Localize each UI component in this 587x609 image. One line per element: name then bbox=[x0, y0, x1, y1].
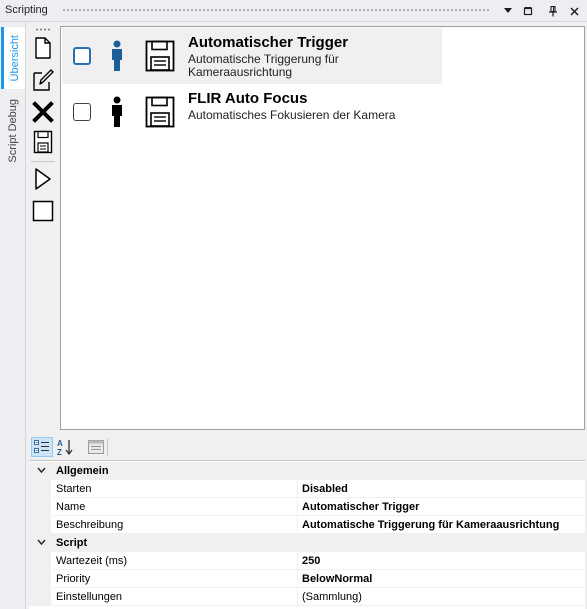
script-enabled-checkbox[interactable] bbox=[73, 103, 91, 121]
column-divider bbox=[297, 480, 298, 498]
dropdown-icon bbox=[504, 8, 512, 13]
category-label: Script bbox=[56, 537, 88, 549]
alphabetical-icon: AZ bbox=[57, 439, 73, 456]
property-grid-toolbar: AZ bbox=[29, 434, 585, 460]
play-icon bbox=[35, 168, 51, 190]
property-row[interactable]: Beschreibung Automatische Triggerung für… bbox=[29, 516, 585, 534]
property-value[interactable]: (Sammlung) bbox=[302, 591, 362, 603]
categorized-icon bbox=[34, 440, 49, 453]
property-name: Priority bbox=[56, 573, 91, 585]
categorized-button[interactable] bbox=[31, 437, 53, 457]
save-icon bbox=[33, 130, 53, 154]
script-description: Automatisches Fokusieren der Kamera bbox=[188, 108, 396, 122]
svg-text:A: A bbox=[57, 439, 63, 448]
column-divider bbox=[297, 588, 298, 606]
property-pages-button[interactable] bbox=[85, 437, 107, 457]
save-icon bbox=[145, 96, 175, 128]
drag-grip[interactable] bbox=[62, 8, 490, 13]
collapse-arrow-icon[interactable] bbox=[37, 538, 46, 547]
stop-script-button[interactable] bbox=[31, 198, 55, 224]
property-row[interactable]: Einstellungen (Sammlung) bbox=[29, 588, 585, 606]
script-list-item[interactable]: FLIR Auto Focus Automatisches Fokusieren… bbox=[62, 84, 442, 140]
script-description: Automatische Triggerung für Kameraausric… bbox=[188, 52, 339, 79]
tab-uebersicht[interactable]: Übersicht bbox=[1, 27, 25, 89]
tab-label: Script Debug bbox=[7, 99, 19, 163]
panel-title: Scripting bbox=[5, 4, 48, 16]
dropdown-button[interactable] bbox=[500, 3, 516, 19]
script-title: Automatischer Trigger bbox=[188, 34, 349, 51]
toolbar-separator bbox=[31, 161, 55, 162]
pin-button[interactable] bbox=[545, 3, 561, 19]
person-icon bbox=[112, 96, 122, 127]
column-divider bbox=[297, 498, 298, 516]
property-row[interactable]: Priority BelowNormal bbox=[29, 570, 585, 588]
column-divider bbox=[297, 516, 298, 534]
stop-icon bbox=[32, 200, 54, 222]
restore-button[interactable] bbox=[520, 3, 536, 19]
row-gutter bbox=[29, 570, 51, 588]
collapse-arrow-icon[interactable] bbox=[37, 466, 46, 475]
row-gutter bbox=[29, 480, 51, 498]
property-row[interactable]: Wartezeit (ms) 250 bbox=[29, 552, 585, 570]
edit-script-button[interactable] bbox=[31, 67, 55, 93]
edit-icon bbox=[33, 69, 54, 91]
property-name: Starten bbox=[56, 483, 92, 495]
delete-script-button[interactable] bbox=[31, 99, 55, 125]
property-value[interactable]: Automatische Triggerung für Kameraausric… bbox=[302, 519, 559, 531]
property-pages-icon bbox=[88, 440, 104, 454]
property-name: Einstellungen bbox=[56, 591, 123, 603]
svg-text:Z: Z bbox=[57, 448, 62, 456]
property-value[interactable]: BelowNormal bbox=[302, 573, 372, 585]
row-gutter bbox=[29, 588, 51, 606]
toolbar-separator bbox=[107, 438, 108, 456]
script-list-item[interactable]: Automatischer Trigger Automatische Trigg… bbox=[62, 28, 442, 84]
alphabetical-button[interactable]: AZ bbox=[55, 437, 77, 457]
row-gutter bbox=[29, 516, 51, 534]
script-toolbar bbox=[27, 23, 59, 433]
vertical-tab-strip: Übersicht Script Debug bbox=[0, 23, 26, 609]
property-name: Name bbox=[56, 501, 86, 513]
restore-icon bbox=[523, 7, 533, 16]
property-value[interactable]: Automatischer Trigger bbox=[302, 501, 419, 513]
script-title: FLIR Auto Focus bbox=[188, 90, 308, 107]
pin-icon bbox=[549, 5, 557, 16]
close-icon bbox=[569, 6, 579, 16]
save-icon bbox=[145, 40, 175, 72]
category-label: Allgemein bbox=[56, 465, 109, 477]
tab-script-debug[interactable]: Script Debug bbox=[2, 95, 24, 167]
column-divider bbox=[297, 570, 298, 588]
column-divider bbox=[297, 552, 298, 570]
property-name: Wartezeit (ms) bbox=[56, 555, 128, 567]
panel-title-bar: Scripting bbox=[0, 0, 587, 22]
property-name: Beschreibung bbox=[56, 519, 124, 531]
toolbar-grip bbox=[35, 28, 51, 31]
property-value[interactable]: 250 bbox=[302, 555, 320, 567]
property-value[interactable]: Disabled bbox=[302, 483, 348, 495]
close-button[interactable] bbox=[566, 3, 582, 19]
delete-icon bbox=[32, 101, 54, 123]
person-icon bbox=[112, 40, 122, 71]
new-icon bbox=[35, 37, 51, 59]
row-gutter bbox=[29, 498, 51, 516]
property-grid: Allgemein Starten Disabled Name Automati… bbox=[29, 460, 585, 609]
row-gutter bbox=[29, 552, 51, 570]
category-header[interactable]: Allgemein bbox=[29, 462, 585, 480]
category-header[interactable]: Script bbox=[29, 534, 585, 552]
property-row[interactable]: Starten Disabled bbox=[29, 480, 585, 498]
run-script-button[interactable] bbox=[31, 166, 55, 192]
script-list: Automatischer Trigger Automatische Trigg… bbox=[60, 26, 585, 430]
tab-label: Übersicht bbox=[8, 34, 21, 82]
new-script-button[interactable] bbox=[31, 35, 55, 61]
save-script-button[interactable] bbox=[31, 129, 55, 155]
property-row[interactable]: Name Automatischer Trigger bbox=[29, 498, 585, 516]
script-enabled-checkbox[interactable] bbox=[73, 47, 91, 65]
